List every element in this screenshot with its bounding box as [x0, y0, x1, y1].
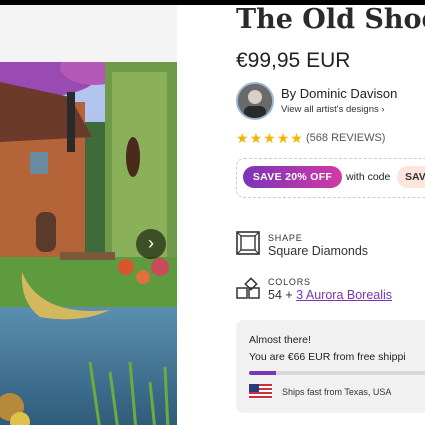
product-title: The Old Shoe — [236, 4, 425, 35]
star-icon: ★ — [276, 130, 290, 146]
promo-code[interactable]: SAV — [397, 166, 425, 188]
colors-count: 54 + — [268, 288, 297, 302]
avatar-image — [238, 84, 272, 118]
aurora-borealis-link[interactable]: 3 Aurora Borealis — [296, 288, 392, 302]
almost-there-text: Almost there! — [249, 334, 311, 346]
us-flag-icon — [249, 384, 272, 399]
star-icon: ★ — [290, 130, 303, 146]
gallery-divider — [177, 5, 180, 425]
product-price: €99,95 EUR — [236, 49, 351, 72]
progress-fill — [249, 371, 276, 375]
chevron-right-icon: › — [148, 233, 154, 253]
artist-byline: By Dominic Davison — [281, 86, 398, 101]
colors-icon — [236, 277, 260, 299]
shape-value: Square Diamonds — [268, 244, 369, 258]
free-shipping-text: You are €66 EUR from free shippi — [249, 351, 406, 363]
square-shape-icon — [236, 231, 260, 255]
view-artist-designs-link[interactable]: View all artist's designs › — [281, 104, 385, 115]
reviews-link[interactable]: (568 REVIEWS) — [306, 132, 385, 144]
product-image-gallery[interactable]: › — [0, 5, 177, 425]
star-icon: ★ — [236, 130, 249, 146]
promo-badge: SAVE 20% OFF — [243, 166, 342, 188]
promo-text: with code — [346, 171, 391, 183]
shape-label: SHAPE — [268, 233, 303, 243]
star-icon: ★ — [263, 130, 276, 146]
star-rating: ★ ★ ★ ★ ★ — [236, 130, 303, 146]
colors-value: 54 + 3 Aurora Borealis — [268, 288, 392, 302]
colors-label: COLORS — [268, 277, 311, 287]
free-shipping-progress — [249, 371, 425, 375]
next-image-button[interactable]: › — [136, 229, 166, 259]
star-icon: ★ — [249, 130, 263, 146]
ships-from-text: Ships fast from Texas, USA — [282, 387, 392, 397]
artist-avatar[interactable] — [236, 82, 274, 120]
